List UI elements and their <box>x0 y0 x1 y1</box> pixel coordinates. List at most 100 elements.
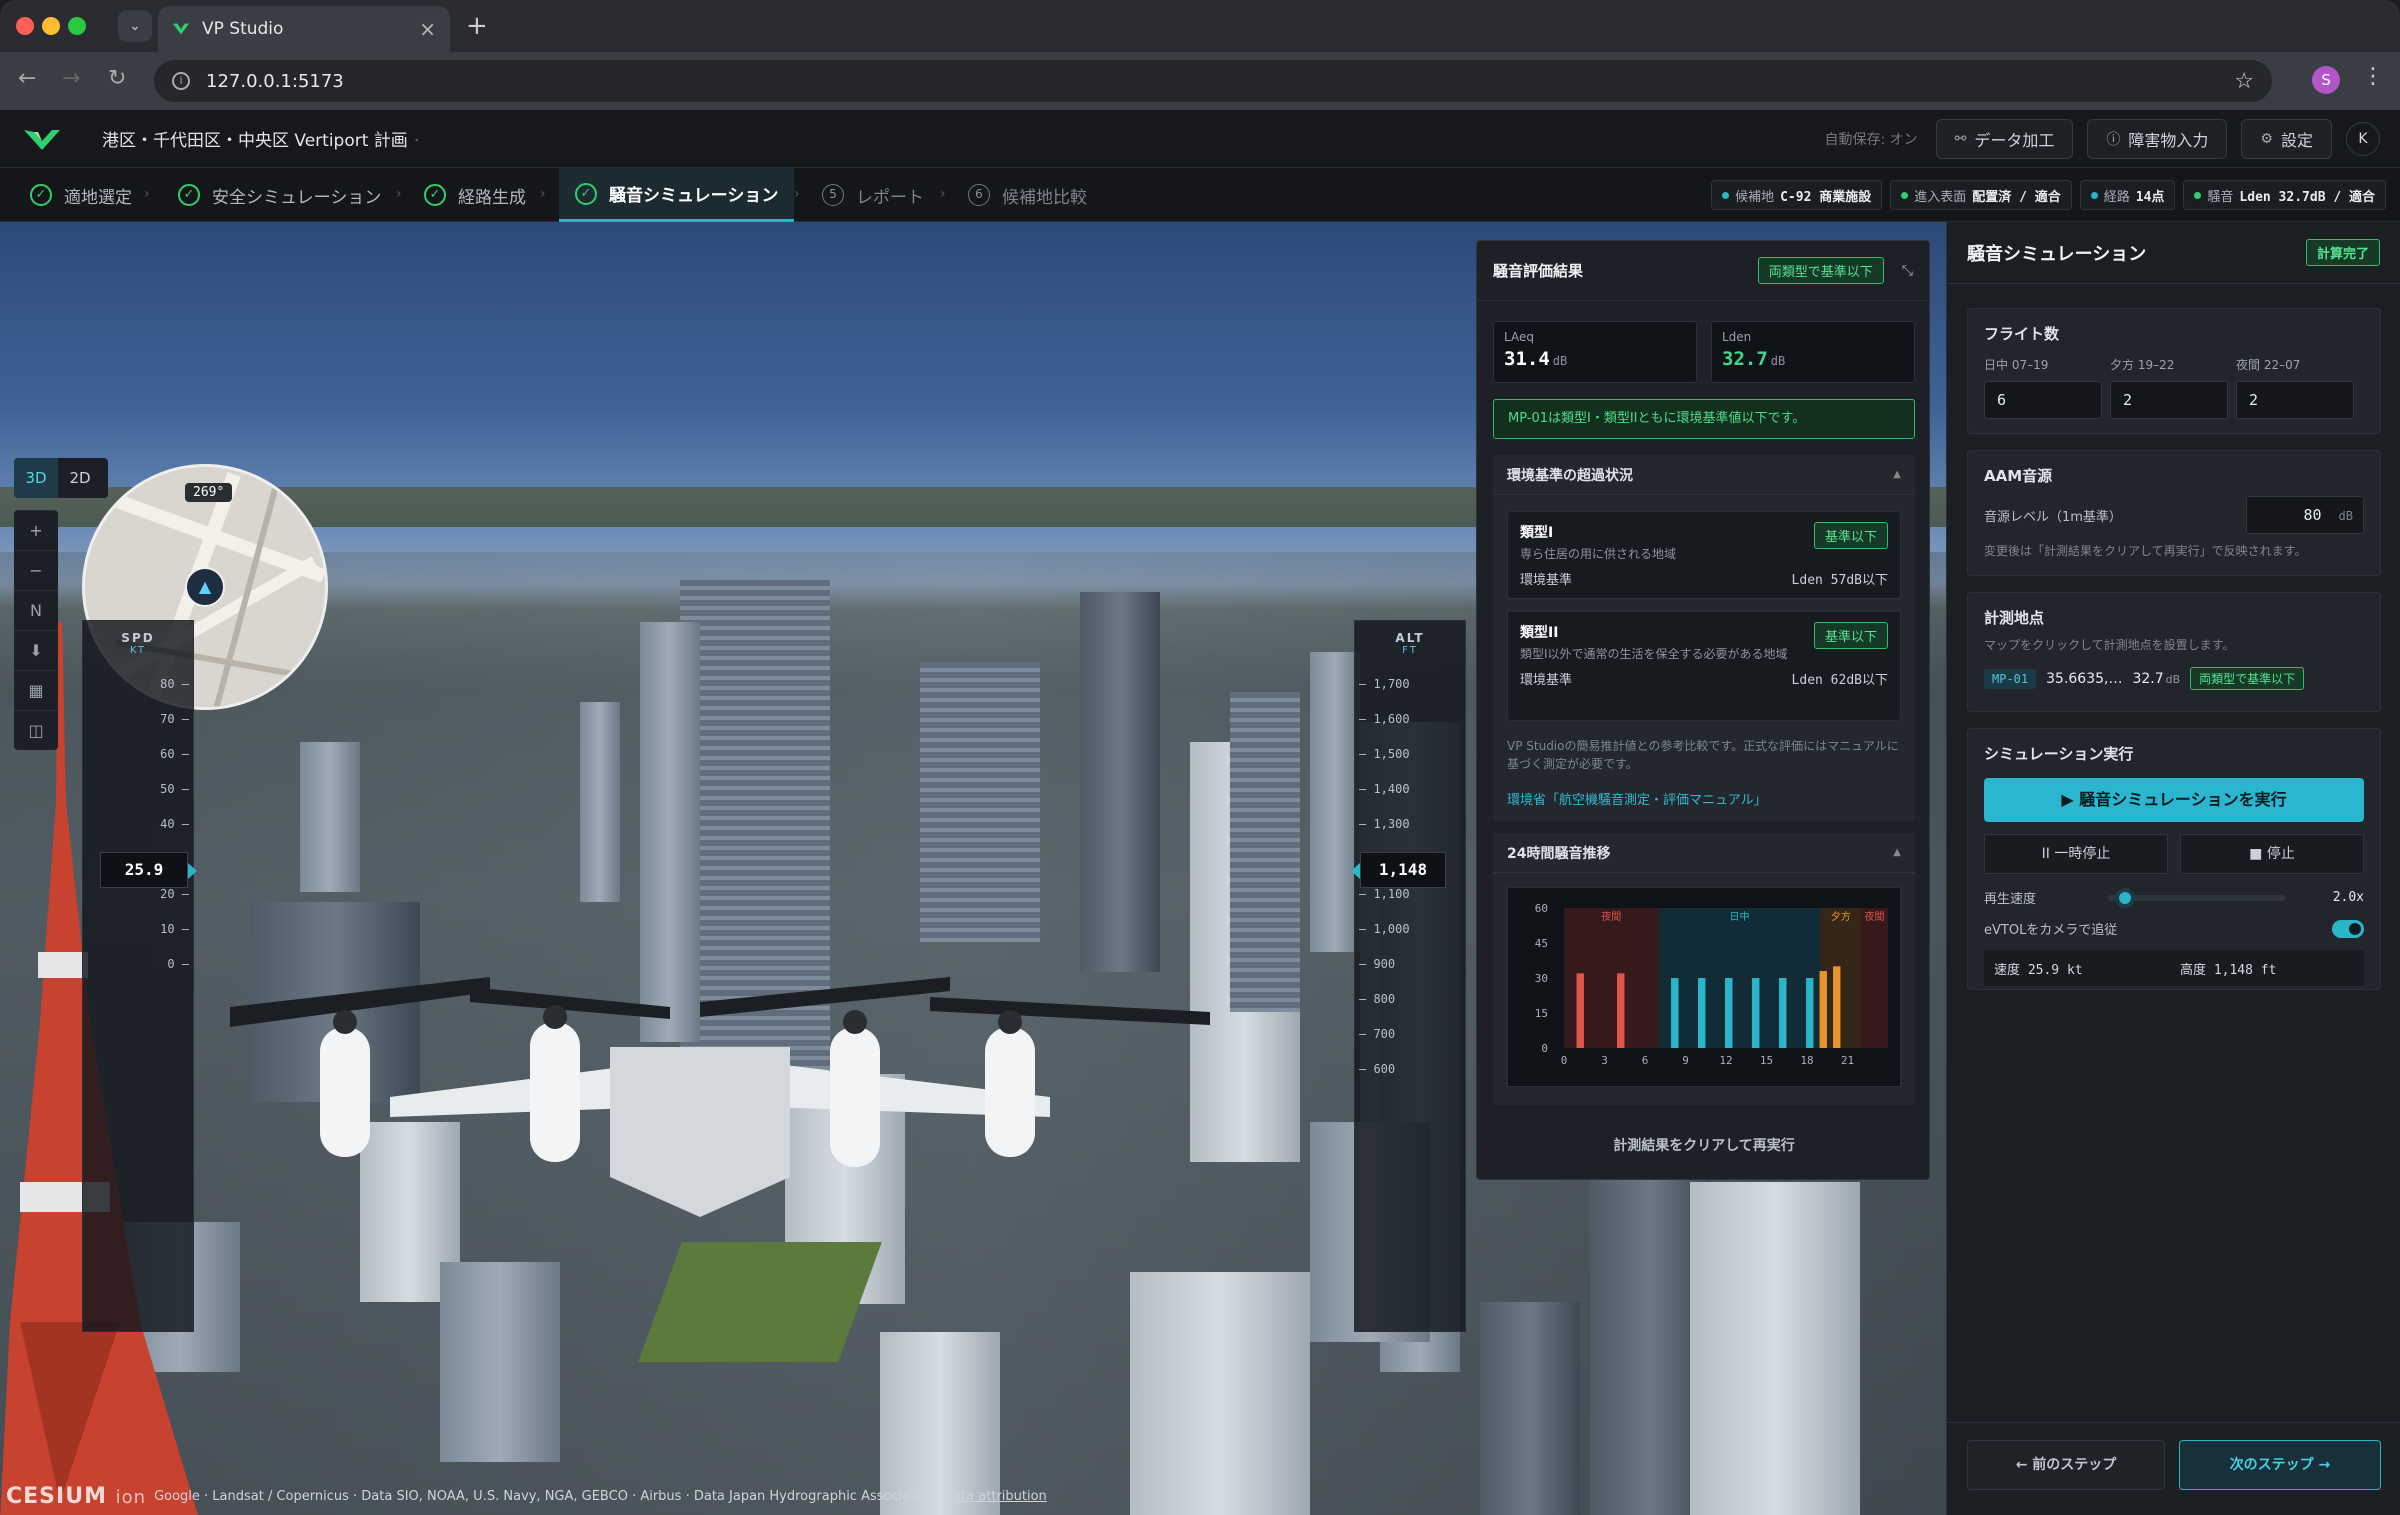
chart-y-tick-label: 45 <box>1535 937 1548 950</box>
collapse-icon[interactable]: ⤡ <box>1902 263 1913 279</box>
new-tab-icon[interactable]: + <box>466 11 488 41</box>
chevron-right-icon: › <box>144 186 150 202</box>
step-noise-simulation[interactable]: ✓ 騒音シミュレーション <box>559 168 795 222</box>
speed-status: 速度 25.9 kt <box>1994 962 2083 978</box>
maximize-window-button[interactable] <box>68 17 86 35</box>
north-up-button[interactable]: N <box>14 590 58 630</box>
download-icon[interactable]: ⬇ <box>14 630 58 670</box>
reload-icon[interactable]: ↻ <box>108 66 126 91</box>
browser-tab[interactable]: VP Studio × <box>158 6 450 52</box>
chart-bar <box>1617 973 1625 1048</box>
forward-icon[interactable]: → <box>62 66 80 91</box>
altitude-tick-label: — 900 <box>1359 957 1396 971</box>
split-view-icon[interactable]: ◫ <box>14 710 58 750</box>
zoom-out-button[interactable]: − <box>14 550 58 590</box>
altitude-readout: 1,148 <box>1351 852 1446 888</box>
evening-flights-input[interactable]: 2 <box>2110 381 2228 419</box>
user-avatar[interactable]: K <box>2346 122 2380 156</box>
exceedance-header[interactable]: 環境基準の超過状況 ▲ <box>1493 455 1915 495</box>
browser-tab-bar: ⌄ VP Studio × + <box>0 0 2400 52</box>
zoom-in-button[interactable]: + <box>14 510 58 550</box>
right-sidebar: 騒音シミュレーション 計算完了 フライト数 日中 07–19 6 夕方 19–22… <box>1946 222 2400 1515</box>
view-3d-button[interactable]: 3D <box>14 458 58 498</box>
noise-result-panel: 騒音評価結果 両類型で基準以下 ⤡ LAeq 31.4 dB Lden 32.7 d… <box>1476 240 1930 1180</box>
status-chip-route: 経路 14点 <box>2079 180 2176 210</box>
back-icon[interactable]: ← <box>18 66 36 91</box>
browser-menu-icon[interactable]: ⋮ <box>2362 64 2384 89</box>
status-dot-icon <box>2194 191 2202 199</box>
status-badge: 基準以下 <box>1813 622 1888 649</box>
obstacle-input-button[interactable]: ⓘ 障害物入力 <box>2087 119 2228 159</box>
next-step-button[interactable]: 次のステップ → <box>2179 1440 2381 1490</box>
simulation-run-card: シミュレーション実行 ▶ 騒音シミュレーションを実行 II 一時停止 ■ 停止 … <box>1967 728 2381 990</box>
vp-studio-logo-icon[interactable] <box>22 126 62 152</box>
measurement-point-card: 計測地点 マップをクリックして計測地点を設置します。 MP-01 35.6635… <box>1967 592 2381 712</box>
step-candidate-comparison[interactable]: 6 候補地比較 <box>968 168 1087 222</box>
pause-button[interactable]: II 一時停止 <box>1984 834 2168 874</box>
chevron-right-icon: › <box>396 186 402 202</box>
site-info-icon[interactable]: i <box>172 72 190 90</box>
cesium-ion-logo[interactable]: CESIUM ion <box>6 1484 146 1509</box>
chart-x-tick-label: 9 <box>1682 1054 1689 1067</box>
status-badge: 両類型で基準以下 <box>2190 667 2305 690</box>
chart-period-band <box>1658 908 1821 1048</box>
slider-thumb[interactable] <box>2114 887 2135 908</box>
tab-title: VP Studio <box>202 19 284 39</box>
altitude-tick-label: — 1,700 <box>1359 677 1410 691</box>
speed-tick-label: 10 — <box>160 922 189 936</box>
chart-band-label: 夜間 <box>1601 910 1621 923</box>
chart-y-tick-label: 30 <box>1535 972 1548 985</box>
url-field[interactable]: i 127.0.0.1:5173 ☆ <box>154 60 2272 102</box>
speed-tick-label: 0 — <box>167 957 189 971</box>
noise-panel-title: 騒音評価結果 <box>1493 262 1584 280</box>
run-noise-simulation-button[interactable]: ▶ 騒音シミュレーションを実行 <box>1984 778 2364 822</box>
noise-trend-header[interactable]: 24時間騒音推移 ▲ <box>1493 833 1915 873</box>
layers-icon[interactable]: ▦ <box>14 670 58 710</box>
manual-link[interactable]: 環境省「航空機騒音測定・評価マニュアル」 <box>1507 789 1767 808</box>
tab-list-chevron-icon[interactable]: ⌄ <box>118 10 152 42</box>
chart-bar <box>1725 978 1733 1048</box>
compass-arrow-icon[interactable]: ▲ <box>185 567 225 607</box>
bookmark-star-icon[interactable]: ☆ <box>2234 69 2254 94</box>
clear-and-rerun-button[interactable]: 計測結果をクリアして再実行 <box>1493 1126 1915 1166</box>
speed-tape-unit: KT <box>130 645 146 656</box>
altitude-tick-label: — 700 <box>1359 1027 1396 1041</box>
step-report[interactable]: 5 レポート <box>822 168 924 222</box>
close-window-button[interactable] <box>16 17 34 35</box>
noise-trend-chart-svg: 夜間 日中 夕方 夜間 60 45 30 15 00 3 6 9 12 15 18 21 <box>1535 902 1888 1067</box>
compliance-message: MP-01は類型I・類型IIともに環境基準値以下です。 <box>1493 399 1915 439</box>
camera-follow-toggle[interactable] <box>2332 919 2364 938</box>
minimize-window-button[interactable] <box>42 17 60 35</box>
chart-x-tick-label: 3 <box>1601 1054 1608 1067</box>
data-attribution-link[interactable]: Data attribution <box>943 1489 1047 1504</box>
step-site-selection[interactable]: ✓ 適地選定 <box>30 168 132 222</box>
workflow-steps: ✓ 適地選定 › ✓ 安全シミュレーション › ✓ 経路生成 › ✓ 騒音シミュレーショ… <box>0 168 2400 222</box>
step-route-generation[interactable]: ✓ 経路生成 <box>424 168 526 222</box>
playback-speed-slider[interactable] <box>2108 887 2286 908</box>
altitude-tick-label: — 1,400 <box>1359 782 1410 796</box>
exceedance-section: 環境基準の超過状況 ▲ 類型I 専ら住居の用に供される地域 環境基準 Lden 57… <box>1493 455 1915 821</box>
zone-type-2: 類型II 類型I以外で通常の生活を保全する必要がある地域 環境基準 Lden 62… <box>1507 611 1901 721</box>
day-flights-input[interactable]: 6 <box>1984 381 2102 419</box>
profile-avatar[interactable]: S <box>2312 66 2340 94</box>
close-tab-icon[interactable]: × <box>419 17 436 41</box>
evtol-aircraft <box>230 977 1210 1217</box>
heading-readout: 269° <box>185 483 233 502</box>
check-circle-icon: ✓ <box>30 184 52 206</box>
altitude-tape: ALT FT — 1,700 — 1,600 — 1,500 — 1,400 — 1,3… <box>1354 620 1466 1332</box>
chart-period-band <box>1861 908 1888 1048</box>
settings-button[interactable]: ⚙ 設定 <box>2241 119 2332 159</box>
chart-x-tick-label: 18 <box>1800 1054 1813 1067</box>
stop-button[interactable]: ■ 停止 <box>2180 834 2364 874</box>
previous-step-button[interactable]: ← 前のステップ <box>1967 1440 2165 1490</box>
gear-icon: ⚙ <box>2260 131 2273 147</box>
status-dot-icon <box>2090 191 2098 199</box>
project-title[interactable]: 港区・千代田区・中央区 Vertiport 計画 · <box>102 126 419 151</box>
chart-y-tick-label: 60 <box>1535 902 1548 915</box>
measurement-point-row[interactable]: MP-01 35.6635,… 32.7 dB 両類型で基準以下 <box>1984 667 2364 690</box>
step-safety-simulation[interactable]: ✓ 安全シミュレーション <box>178 168 381 222</box>
night-flights-input[interactable]: 2 <box>2236 381 2354 419</box>
data-processing-button[interactable]: ⚯ データ加工 <box>1935 119 2074 159</box>
status-badge: 計算完了 <box>2305 239 2380 266</box>
source-level-input[interactable]: 80 dB <box>2246 496 2364 534</box>
